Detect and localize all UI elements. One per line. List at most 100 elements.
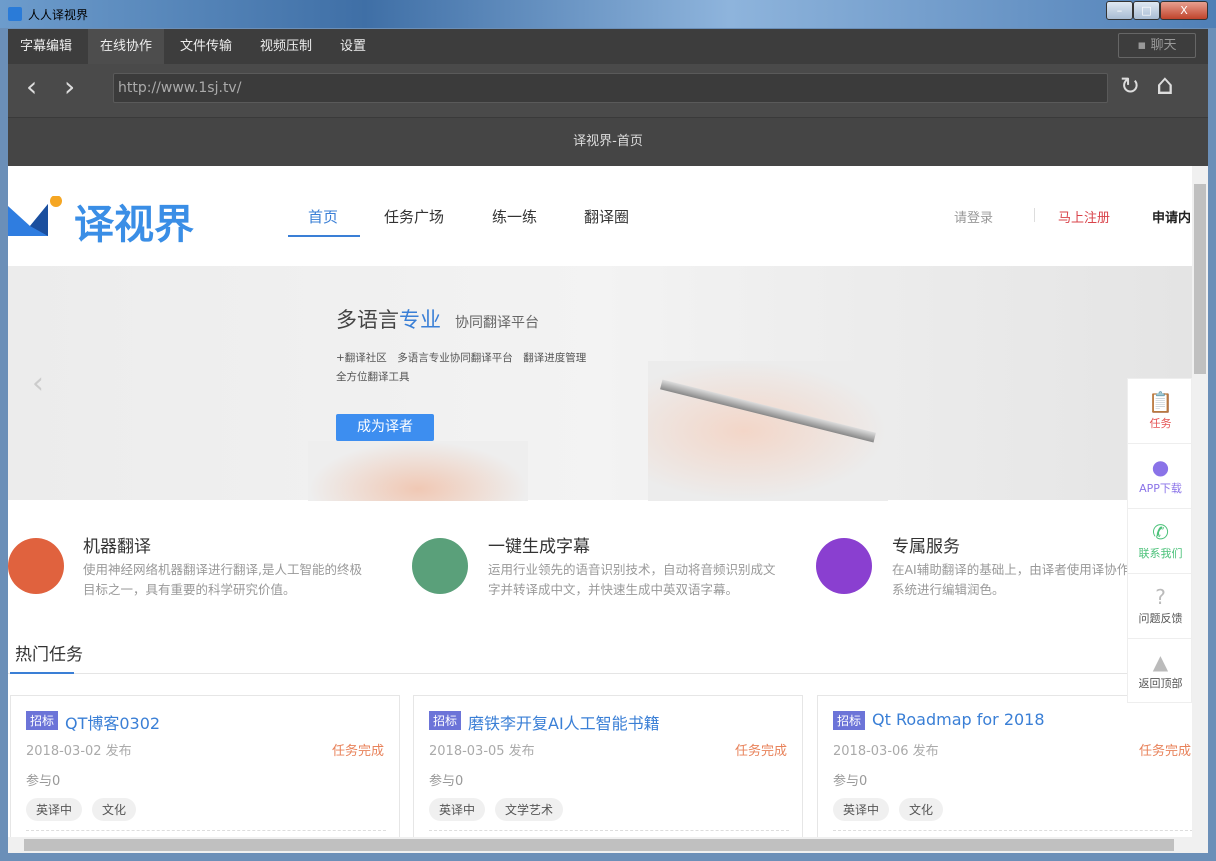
feature-title: 机器翻译 — [83, 532, 151, 557]
side-label: APP下载 — [1139, 482, 1182, 495]
task-badge: 招标 — [26, 711, 58, 730]
app-icon — [8, 7, 22, 21]
camera-icon — [412, 538, 468, 594]
side-tasks[interactable]: 📋 任务 — [1128, 379, 1192, 444]
task-date: 2018-03-05 发布 — [429, 740, 535, 759]
hand-image — [308, 441, 528, 501]
task-card[interactable]: 招标 磨铁李开复AI人工智能书籍 2018-03-05 发布 任务完成 参与0 … — [413, 695, 803, 837]
divider — [8, 673, 1192, 674]
vertical-scrollbar[interactable] — [1192, 166, 1208, 837]
close-button[interactable]: X — [1160, 1, 1208, 20]
horizontal-scrollbar[interactable] — [8, 837, 1208, 853]
banner-title-a: 多语言 — [336, 308, 399, 332]
feature-desc: 使用神经网络机器翻译进行翻译,是人工智能的终极目标之一，具有重要的科学研究价值。 — [83, 560, 373, 600]
divider — [833, 830, 1192, 831]
phone-icon: ✆ — [1128, 521, 1192, 543]
task-badge: 招标 — [429, 711, 461, 730]
menu-subtitle-edit[interactable]: 字幕编辑 — [8, 29, 84, 64]
task-status: 任务完成 — [1139, 740, 1191, 759]
task-participants: 参与0 — [26, 770, 60, 789]
nav-translation-circle[interactable]: 翻译圈 — [584, 206, 629, 227]
floating-sidebar: 📋 任务 ● APP下载 ✆ 联系我们 ? 问题反馈 ▲ 返回顶部 — [1127, 378, 1192, 703]
task-tag[interactable]: 英译中 — [833, 798, 889, 821]
clipboard-check-icon: 📋 — [1128, 391, 1192, 413]
task-card[interactable]: 招标 Qt Roadmap for 2018 2018-03-06 发布 任务完… — [817, 695, 1192, 837]
hot-tasks-heading: 热门任务 — [15, 640, 83, 665]
task-title[interactable]: Qt Roadmap for 2018 — [872, 710, 1045, 729]
divider — [429, 830, 789, 831]
task-tag[interactable]: 英译中 — [26, 798, 82, 821]
page-title: 译视界-首页 — [8, 118, 1208, 166]
task-tag[interactable]: 文学艺术 — [495, 798, 563, 821]
headset-icon — [816, 538, 872, 594]
login-link[interactable]: 请登录 — [954, 207, 993, 226]
task-tag[interactable]: 文化 — [92, 798, 136, 821]
menu-settings[interactable]: 设置 — [328, 29, 378, 64]
become-translator-button[interactable]: 成为译者 — [336, 414, 434, 441]
web-content: 译视界 首页 任务广场 练一练 翻译圈 请登录 马上注册 申请内 ‹ 多语言专业… — [8, 166, 1192, 837]
feature-desc: 在AI辅助翻译的基础上，由译者使用译协作系统进行编辑润色。 — [892, 560, 1132, 600]
feature-title: 一键生成字幕 — [488, 532, 590, 557]
task-participants: 参与0 — [833, 770, 867, 789]
divider — [1034, 208, 1035, 222]
hero-banner: ‹ 多语言专业协同翻译平台 +翻译社区 多语言专业协同翻译平台 翻译进度管理 全… — [8, 266, 1192, 500]
nav-active-underline — [288, 235, 360, 237]
logo-mark-icon — [8, 196, 64, 236]
apply-link[interactable]: 申请内 — [1152, 207, 1191, 226]
side-label: 问题反馈 — [1139, 612, 1183, 625]
banner-title: 多语言专业协同翻译平台 — [336, 304, 539, 334]
side-label: 任务 — [1150, 417, 1172, 430]
task-badge: 招标 — [833, 711, 865, 730]
arrow-top-icon: ▲ — [1128, 651, 1192, 673]
chat-icon: ▪ — [1138, 38, 1147, 53]
section-underline — [10, 672, 74, 674]
task-tag[interactable]: 文化 — [899, 798, 943, 821]
side-back-to-top[interactable]: ▲ 返回顶部 — [1128, 639, 1192, 704]
banner-title-b: 专业 — [399, 308, 441, 332]
side-label: 返回顶部 — [1139, 677, 1183, 690]
refresh-icon[interactable]: ↻ — [1120, 72, 1140, 100]
menu-online-collab[interactable]: 在线协作 — [88, 29, 164, 64]
maximize-button[interactable]: □ — [1133, 1, 1160, 20]
scroll-thumb[interactable] — [1194, 184, 1206, 374]
side-app-download[interactable]: ● APP下载 — [1128, 444, 1192, 509]
side-feedback[interactable]: ? 问题反馈 — [1128, 574, 1192, 639]
carousel-prev-icon[interactable]: ‹ — [32, 366, 44, 401]
side-contact[interactable]: ✆ 联系我们 — [1128, 509, 1192, 574]
question-icon: ? — [1128, 586, 1192, 608]
scroll-thumb[interactable] — [24, 839, 1174, 851]
chat-label: 聊天 — [1150, 38, 1176, 53]
menu-video-compress[interactable]: 视频压制 — [248, 29, 324, 64]
forward-icon[interactable]: › — [64, 70, 75, 103]
banner-line1: +翻译社区 多语言专业协同翻译平台 翻译进度管理 — [336, 350, 586, 365]
browser-toolbar: ‹ › http://www.1sj.tv/ ↻ ⌂ — [8, 64, 1208, 118]
apple-icon: ● — [1128, 456, 1192, 478]
side-label: 联系我们 — [1139, 547, 1183, 560]
divider — [26, 830, 386, 831]
nav-home[interactable]: 首页 — [308, 206, 338, 227]
back-icon[interactable]: ‹ — [26, 70, 37, 103]
task-card[interactable]: 招标 QT博客0302 2018-03-02 发布 任务完成 参与0 英译中 文… — [10, 695, 400, 837]
task-date: 2018-03-02 发布 — [26, 740, 132, 759]
nav-practice[interactable]: 练一练 — [492, 206, 537, 227]
banner-line2: 全方位翻译工具 — [336, 369, 410, 384]
task-date: 2018-03-06 发布 — [833, 740, 939, 759]
url-input[interactable]: http://www.1sj.tv/ — [113, 73, 1108, 103]
minimize-button[interactable]: – — [1106, 1, 1133, 20]
register-link[interactable]: 马上注册 — [1058, 207, 1110, 226]
task-tag[interactable]: 英译中 — [429, 798, 485, 821]
menu-bar: 字幕编辑 在线协作 文件传输 视频压制 设置 ▪ 聊天 — [8, 29, 1208, 64]
site-logo[interactable]: 译视界 — [74, 192, 194, 250]
task-participants: 参与0 — [429, 770, 463, 789]
task-status: 任务完成 — [332, 740, 384, 759]
chat-button[interactable]: ▪ 聊天 — [1118, 33, 1196, 58]
task-title[interactable]: 磨铁李开复AI人工智能书籍 — [468, 710, 660, 734]
nav-task-plaza[interactable]: 任务广场 — [384, 206, 444, 227]
window-title-bar: 人人译视界 – □ X — [0, 0, 1216, 28]
feature-desc: 运用行业领先的语音识别技术，自动将音频识别成文字并转译成中文，并快速生成中英双语… — [488, 560, 778, 600]
task-title[interactable]: QT博客0302 — [65, 710, 160, 734]
window-title: 人人译视界 — [28, 6, 88, 23]
menu-file-transfer[interactable]: 文件传输 — [168, 29, 244, 64]
home-icon[interactable]: ⌂ — [1156, 68, 1174, 101]
task-status: 任务完成 — [735, 740, 787, 759]
